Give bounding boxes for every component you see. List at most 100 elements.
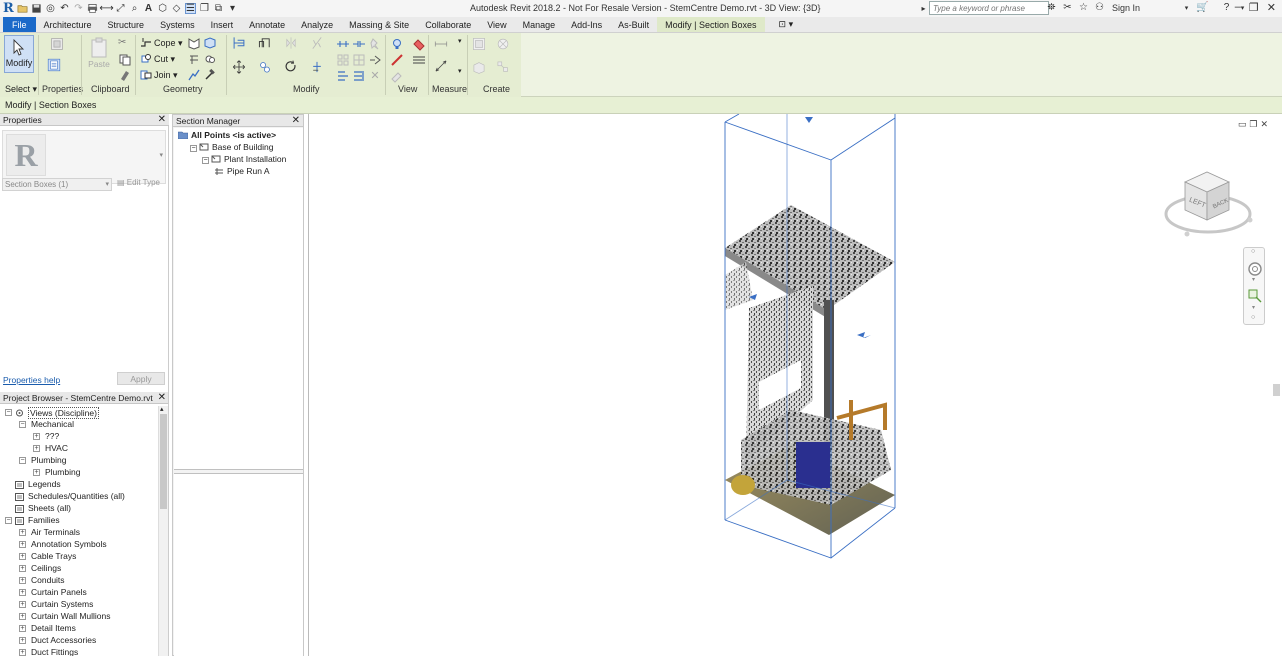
thin-lines-icon[interactable]: ☰ <box>185 3 196 14</box>
section-tree-item[interactable]: − Base of Building <box>190 142 273 152</box>
close-icon[interactable]: ✕ <box>292 115 300 127</box>
pin-disabled-icon[interactable] <box>368 37 382 51</box>
point-cloud-model[interactable] <box>309 114 1282 656</box>
linework-icon[interactable] <box>390 53 404 67</box>
create-parts-icon[interactable] <box>496 37 516 57</box>
browser-tree-item[interactable]: + Curtain Wall Mullions <box>0 610 158 622</box>
split-gap-icon[interactable] <box>352 37 366 51</box>
redo-icon[interactable]: ↷ <box>73 3 84 14</box>
section-tree-item[interactable]: All Points <is active> <box>177 130 276 140</box>
viewcube-compass-marker[interactable] <box>1247 217 1253 223</box>
select-dropdown[interactable]: Select ▾ <box>5 84 37 95</box>
browser-tree-item[interactable]: + Ceilings <box>0 562 158 574</box>
browser-tree-item[interactable]: + Duct Fittings <box>0 646 158 656</box>
scale-icon[interactable] <box>352 53 366 67</box>
mirror-axis-icon[interactable] <box>284 36 304 56</box>
tag-icon[interactable]: ⌕ <box>129 3 140 14</box>
browser-tree-item[interactable]: − Mechanical <box>0 418 158 430</box>
tab-analyze[interactable]: Analyze <box>293 17 341 32</box>
zoom-region-icon[interactable] <box>1247 288 1263 304</box>
paste-button[interactable]: Paste <box>88 37 110 69</box>
collapse-icon[interactable]: − <box>5 517 12 524</box>
chevron-down-icon[interactable]: ▾ <box>1181 2 1192 13</box>
collapse-icon[interactable]: − <box>190 145 197 152</box>
rotate-icon[interactable] <box>284 60 304 82</box>
split-face-icon[interactable] <box>187 52 201 66</box>
collapse-icon[interactable]: − <box>19 421 26 428</box>
align-icon[interactable] <box>232 36 252 56</box>
tab-annotate[interactable]: Annotate <box>241 17 293 32</box>
modify-button[interactable]: Modify <box>4 35 34 73</box>
section-tree-item[interactable]: − Plant Installation <box>202 154 286 164</box>
tab-structure[interactable]: Structure <box>100 17 153 32</box>
subscription-icon[interactable]: ✂ <box>1062 2 1073 13</box>
expand-icon[interactable]: + <box>19 553 26 560</box>
cope-label[interactable]: Cope ▾ <box>154 38 183 49</box>
move-icon[interactable] <box>232 60 252 82</box>
customize-qat-icon[interactable]: ▾ <box>227 3 238 14</box>
browser-tree-item[interactable]: Schedules/Quantities (all) <box>0 490 158 502</box>
expand-icon[interactable]: + <box>19 613 26 620</box>
browser-tree-item[interactable]: + Curtain Systems <box>0 598 158 610</box>
revit-logo-icon[interactable]: R <box>3 1 14 16</box>
binoculars-icon[interactable]: ⛯ <box>1046 2 1057 13</box>
paint-icon[interactable] <box>203 52 217 66</box>
browser-tree-item[interactable]: + Air Terminals <box>0 526 158 538</box>
cut-icon[interactable]: ✂ <box>118 37 132 51</box>
expand-icon[interactable]: + <box>19 541 26 548</box>
split-icon[interactable] <box>336 37 350 51</box>
tab-modify-section-boxes[interactable]: Modify | Section Boxes <box>657 17 765 32</box>
sync-icon[interactable]: ◎ <box>45 3 56 14</box>
search-input[interactable] <box>929 1 1049 15</box>
copy-icon[interactable] <box>118 53 132 67</box>
collapse-icon[interactable]: − <box>19 457 26 464</box>
measure-icon[interactable]: ⟷ <box>99 3 113 14</box>
measure-between-icon[interactable] <box>434 37 456 51</box>
chevron-right-icon[interactable]: ▸ <box>918 3 929 14</box>
copy-element-icon[interactable] <box>258 60 278 82</box>
demolish-icon[interactable] <box>187 68 201 82</box>
steering-dropdown-icon[interactable]: ▾ <box>1252 276 1255 283</box>
scroll-up-icon[interactable]: ▴ <box>160 405 164 413</box>
viewcube[interactable]: LEFT BACK <box>1163 168 1257 240</box>
section-tree-item[interactable]: Pipe Run A <box>214 166 270 176</box>
expand-icon[interactable]: + <box>19 529 26 536</box>
expand-icon[interactable]: + <box>19 577 26 584</box>
collapse-icon[interactable]: − <box>5 409 12 416</box>
aligned-dimension-icon[interactable]: ⤢ <box>115 3 126 14</box>
expand-icon[interactable]: + <box>19 589 26 596</box>
create-assembly-icon[interactable] <box>472 37 492 57</box>
expand-icon[interactable]: + <box>19 601 26 608</box>
steering-wheel-icon[interactable] <box>1247 261 1263 277</box>
tab-as-built[interactable]: As-Built <box>610 17 657 32</box>
section-grip-top[interactable] <box>805 117 813 123</box>
viewcube-compass-marker[interactable] <box>1184 231 1190 237</box>
expand-icon[interactable]: + <box>19 649 26 656</box>
tab-architecture[interactable]: Architecture <box>36 17 100 32</box>
browser-tree-item[interactable]: + Conduits <box>0 574 158 586</box>
tab-insert[interactable]: Insert <box>203 17 242 32</box>
text-icon[interactable]: A <box>143 3 154 14</box>
tab-massing-site[interactable]: Massing & Site <box>341 17 417 32</box>
3d-viewport[interactable]: ▭ ❐ ✕ LEFT BACK ○ ▾ ▾ ○ <box>308 114 1282 656</box>
apply-button[interactable]: Apply <box>117 372 165 385</box>
browser-tree-item[interactable]: − Plumbing <box>0 454 158 466</box>
section-grip-right[interactable] <box>857 332 871 338</box>
browser-tree-item[interactable]: + Detail Items <box>0 622 158 634</box>
save-icon[interactable] <box>31 3 42 14</box>
zoom-dropdown-icon[interactable]: ▾ <box>1252 304 1255 311</box>
browser-tree-item[interactable]: − Views (Discipline) <box>0 406 158 419</box>
3d-view-icon[interactable]: ⬡ <box>157 3 168 14</box>
cut-geometry-icon[interactable] <box>139 52 153 66</box>
help-icon[interactable]: ? <box>1221 2 1232 13</box>
ribbon-display-toggle[interactable]: ⊡ ▾ <box>779 17 794 32</box>
browser-tree-item[interactable]: Legends <box>0 478 158 490</box>
user-icon[interactable]: ⚇ <box>1094 2 1105 13</box>
sign-in-link[interactable]: Sign In <box>1112 3 1140 13</box>
scroll-thumb[interactable] <box>160 414 167 509</box>
switch-windows-icon[interactable]: ⧉ <box>213 3 224 14</box>
browser-tree-item[interactable]: + Duct Accessories <box>0 634 158 646</box>
tab-collaborate[interactable]: Collaborate <box>417 17 479 32</box>
array-icon[interactable] <box>336 53 350 67</box>
mirror-draw-icon[interactable] <box>310 36 330 56</box>
